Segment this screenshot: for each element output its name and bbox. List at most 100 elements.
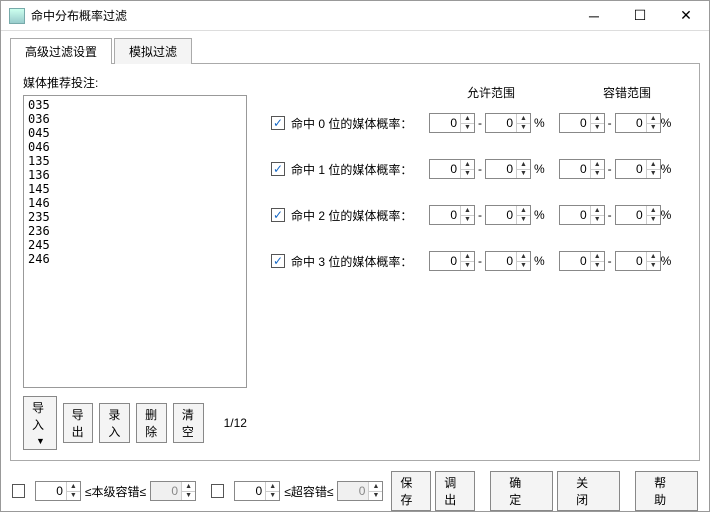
- prob-row-0: 命中 0 位的媒体概率：▲▼-▲▼%▲▼-▲▼%: [271, 113, 687, 133]
- over-fault-checkbox[interactable]: [211, 484, 224, 498]
- save-button[interactable]: 保存: [391, 471, 431, 511]
- spin-up-icon[interactable]: ▲: [517, 114, 530, 124]
- help-button[interactable]: 帮 助: [635, 471, 698, 511]
- spin-up-icon[interactable]: ▲: [591, 114, 604, 124]
- ok-button[interactable]: 确 定: [490, 471, 553, 511]
- list-item[interactable]: 236: [28, 224, 242, 238]
- spin-up-icon[interactable]: ▲: [517, 160, 530, 170]
- fault-max[interactable]: ▲▼: [615, 159, 661, 179]
- maximize-button[interactable]: ☐: [617, 1, 663, 30]
- spin-down-icon[interactable]: ▼: [647, 262, 660, 271]
- fault-range-header: 容错范围: [567, 84, 687, 101]
- spin-down-icon[interactable]: ▼: [517, 262, 530, 271]
- spin-up-icon[interactable]: ▲: [461, 114, 474, 124]
- allow-min[interactable]: ▲▼: [429, 205, 475, 225]
- spin-down-icon[interactable]: ▼: [591, 124, 604, 133]
- spin-down-icon[interactable]: ▼: [647, 124, 660, 133]
- spin-up-icon[interactable]: ▲: [517, 206, 530, 216]
- row-checkbox[interactable]: [271, 162, 285, 176]
- minimize-button[interactable]: ─: [571, 1, 617, 30]
- spin-down-icon[interactable]: ▼: [266, 492, 279, 501]
- list-item[interactable]: 135: [28, 154, 242, 168]
- fault-min[interactable]: ▲▼: [559, 205, 605, 225]
- spin-up-icon[interactable]: ▲: [67, 482, 80, 492]
- spin-down-icon[interactable]: ▼: [591, 262, 604, 271]
- fault-max[interactable]: ▲▼: [615, 205, 661, 225]
- list-item[interactable]: 246: [28, 252, 242, 266]
- spin-up-icon[interactable]: ▲: [647, 160, 660, 170]
- row-label: 命中 3 位的媒体概率：: [291, 253, 429, 270]
- row-label: 命中 0 位的媒体概率：: [291, 115, 429, 132]
- dropdown-caret-icon: ▼: [36, 436, 45, 446]
- allow-min[interactable]: ▲▼: [429, 159, 475, 179]
- row-checkbox[interactable]: [271, 208, 285, 222]
- allow-max[interactable]: ▲▼: [485, 205, 531, 225]
- spin-down-icon[interactable]: ▼: [67, 492, 80, 501]
- list-item[interactable]: 045: [28, 126, 242, 140]
- list-item[interactable]: 136: [28, 168, 242, 182]
- clear-button[interactable]: 清空: [173, 403, 204, 443]
- list-item[interactable]: 046: [28, 140, 242, 154]
- close-dialog-button[interactable]: 关 闭: [557, 471, 620, 511]
- spin-up-icon[interactable]: ▲: [461, 252, 474, 262]
- spin-down-icon[interactable]: ▼: [647, 170, 660, 179]
- spin-down-icon[interactable]: ▼: [461, 262, 474, 271]
- tab-1[interactable]: 模拟过滤: [114, 38, 192, 64]
- row-checkbox[interactable]: [271, 116, 285, 130]
- tab-0[interactable]: 高级过滤设置: [10, 38, 112, 64]
- over-fault-max[interactable]: ▲▼: [337, 481, 383, 501]
- allow-max[interactable]: ▲▼: [485, 113, 531, 133]
- list-item[interactable]: 146: [28, 196, 242, 210]
- allow-min[interactable]: ▲▼: [429, 113, 475, 133]
- spin-up-icon[interactable]: ▲: [591, 252, 604, 262]
- list-item[interactable]: 145: [28, 182, 242, 196]
- spin-down-icon[interactable]: ▼: [591, 170, 604, 179]
- spin-up-icon[interactable]: ▲: [591, 206, 604, 216]
- spin-down-icon[interactable]: ▼: [461, 124, 474, 133]
- allow-max[interactable]: ▲▼: [485, 251, 531, 271]
- level-fault-checkbox[interactable]: [12, 484, 25, 498]
- spin-down-icon[interactable]: ▼: [517, 124, 530, 133]
- list-item[interactable]: 245: [28, 238, 242, 252]
- over-fault-min[interactable]: ▲▼: [234, 481, 280, 501]
- media-list[interactable]: 035036045046135136145146235236245246: [23, 95, 247, 388]
- list-item[interactable]: 235: [28, 210, 242, 224]
- spin-up-icon[interactable]: ▲: [182, 482, 195, 492]
- level-fault-min[interactable]: ▲▼: [35, 481, 81, 501]
- level-fault-max[interactable]: ▲▼: [150, 481, 196, 501]
- fault-max[interactable]: ▲▼: [615, 251, 661, 271]
- spin-down-icon[interactable]: ▼: [369, 492, 382, 501]
- spin-up-icon[interactable]: ▲: [461, 206, 474, 216]
- spin-down-icon[interactable]: ▼: [461, 170, 474, 179]
- spin-up-icon[interactable]: ▲: [517, 252, 530, 262]
- fault-min[interactable]: ▲▼: [559, 113, 605, 133]
- record-button[interactable]: 录入: [99, 403, 130, 443]
- spin-up-icon[interactable]: ▲: [647, 252, 660, 262]
- load-button[interactable]: 调出: [435, 471, 475, 511]
- spin-up-icon[interactable]: ▲: [266, 482, 279, 492]
- spin-down-icon[interactable]: ▼: [461, 216, 474, 225]
- delete-button[interactable]: 删除: [136, 403, 167, 443]
- row-checkbox[interactable]: [271, 254, 285, 268]
- over-fault-text: ≤超容错≤: [284, 483, 333, 500]
- list-item[interactable]: 036: [28, 112, 242, 126]
- spin-down-icon[interactable]: ▼: [182, 492, 195, 501]
- spin-up-icon[interactable]: ▲: [369, 482, 382, 492]
- fault-min[interactable]: ▲▼: [559, 159, 605, 179]
- fault-max[interactable]: ▲▼: [615, 113, 661, 133]
- export-button[interactable]: 导出: [63, 403, 94, 443]
- spin-down-icon[interactable]: ▼: [647, 216, 660, 225]
- list-item[interactable]: 035: [28, 98, 242, 112]
- allow-min[interactable]: ▲▼: [429, 251, 475, 271]
- spin-up-icon[interactable]: ▲: [647, 114, 660, 124]
- allow-max[interactable]: ▲▼: [485, 159, 531, 179]
- import-button[interactable]: 导入▼: [23, 396, 57, 450]
- spin-down-icon[interactable]: ▼: [517, 216, 530, 225]
- spin-down-icon[interactable]: ▼: [517, 170, 530, 179]
- spin-down-icon[interactable]: ▼: [591, 216, 604, 225]
- spin-up-icon[interactable]: ▲: [647, 206, 660, 216]
- spin-up-icon[interactable]: ▲: [461, 160, 474, 170]
- close-button[interactable]: ✕: [663, 1, 709, 30]
- spin-up-icon[interactable]: ▲: [591, 160, 604, 170]
- fault-min[interactable]: ▲▼: [559, 251, 605, 271]
